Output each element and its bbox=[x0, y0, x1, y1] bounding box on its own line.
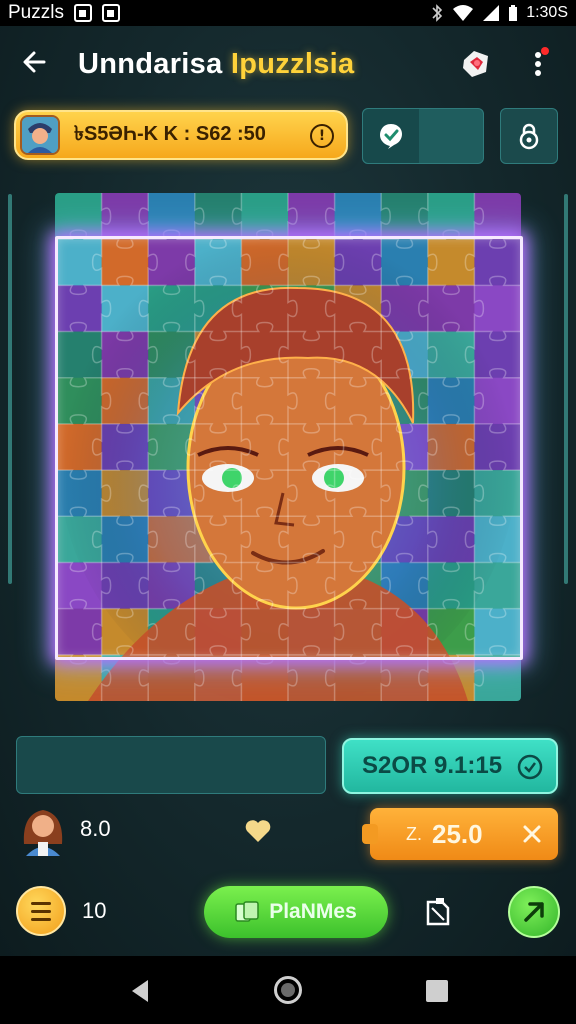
document-icon[interactable] bbox=[424, 896, 452, 926]
player-avatar[interactable] bbox=[18, 804, 68, 856]
avatar bbox=[20, 115, 60, 155]
more-vert-icon[interactable] bbox=[528, 46, 552, 82]
menu-line bbox=[31, 909, 51, 913]
status-bar: Puzzls 1:30S bbox=[0, 0, 576, 26]
portrait-eye bbox=[222, 468, 242, 488]
reward-tab bbox=[362, 824, 378, 844]
piece-tray[interactable] bbox=[16, 736, 326, 794]
wifi-icon bbox=[453, 5, 474, 21]
share-button[interactable] bbox=[508, 886, 560, 938]
side-rail-left bbox=[8, 194, 12, 584]
info-icon[interactable]: ! bbox=[310, 124, 334, 148]
cards-icon bbox=[235, 901, 259, 922]
puzzle-piece[interactable] bbox=[427, 193, 475, 240]
bluetooth-icon bbox=[432, 4, 443, 22]
gem-icon[interactable] bbox=[458, 46, 494, 82]
arrow-left-icon[interactable] bbox=[18, 44, 54, 80]
arrow-up-right-icon bbox=[524, 902, 544, 922]
score-button[interactable]: S2OR 9.1:15 bbox=[342, 738, 558, 794]
side-rail-right bbox=[564, 194, 568, 584]
puzzle-piece[interactable] bbox=[474, 239, 521, 286]
title-part-2: Ipuzzlsia bbox=[230, 48, 355, 80]
moves-count: 10 bbox=[82, 898, 107, 923]
media-icon bbox=[101, 4, 120, 22]
puzzle-board[interactable] bbox=[55, 193, 521, 701]
battery-icon bbox=[509, 5, 518, 21]
play-label: PlaNMes bbox=[269, 900, 357, 923]
lock-button[interactable] bbox=[500, 108, 558, 164]
title-part-1: Unndarisa bbox=[78, 48, 223, 80]
reward-button[interactable]: Z. 25.0 bbox=[362, 808, 558, 860]
player-score: 8.0 bbox=[80, 816, 111, 841]
hint-bubble-icon bbox=[363, 109, 419, 163]
puzzle-board-canvas[interactable] bbox=[55, 193, 521, 701]
puzzle-piece[interactable] bbox=[55, 239, 103, 286]
nav-home-icon[interactable] bbox=[274, 976, 302, 1004]
puzzle-piece[interactable] bbox=[474, 608, 521, 656]
status-app-name: Puzzls bbox=[8, 2, 64, 23]
close-icon[interactable] bbox=[520, 822, 544, 846]
puzzle-piece[interactable] bbox=[474, 654, 521, 701]
target-icon bbox=[517, 754, 543, 780]
reward-prefix: Z. bbox=[406, 823, 422, 844]
puzzle-piece[interactable] bbox=[55, 193, 103, 240]
nav-recents-icon[interactable] bbox=[426, 980, 448, 1002]
status-time: 1:30S bbox=[526, 4, 568, 21]
play-button[interactable]: PlaNMes bbox=[204, 886, 388, 938]
score-label: S2OR 9.1:15 bbox=[362, 752, 503, 779]
menu-button[interactable] bbox=[16, 886, 66, 936]
game-screen: Unndarisa Ipuzzlsia ৳S5ӘҺ-K K : S62 :50 … bbox=[0, 26, 576, 956]
menu-line bbox=[31, 917, 51, 921]
reward-value: 25.0 bbox=[432, 818, 483, 849]
timer-bar: ৳S5ӘҺ-K K : S62 :50 ! bbox=[14, 110, 348, 160]
menu-line bbox=[31, 901, 51, 905]
lock-icon bbox=[519, 123, 539, 150]
heart-icon[interactable] bbox=[244, 818, 272, 844]
header: Unndarisa Ipuzzlsia bbox=[0, 34, 576, 90]
notification-icon bbox=[73, 4, 92, 22]
puzzle-piece[interactable] bbox=[101, 193, 149, 240]
timer-text: ৳S5ӘҺ-K K : S62 :50 bbox=[74, 122, 266, 145]
hint-button[interactable] bbox=[362, 108, 484, 164]
status-right: 1:30S bbox=[430, 4, 568, 22]
page-title: Unndarisa Ipuzzlsia bbox=[78, 48, 354, 81]
system-nav-bar bbox=[0, 956, 576, 1024]
puzzle-piece[interactable] bbox=[55, 608, 103, 656]
signal-icon bbox=[483, 5, 500, 21]
puzzle-piece[interactable] bbox=[474, 193, 521, 240]
nav-back-icon[interactable] bbox=[128, 978, 152, 1004]
